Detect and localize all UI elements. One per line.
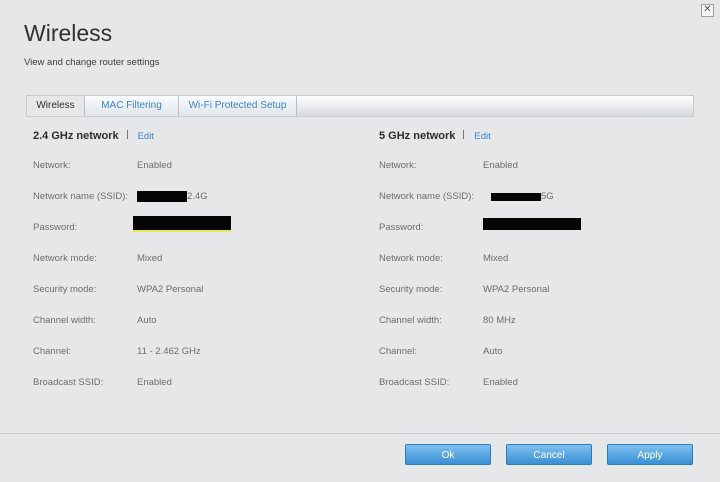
wireless-dialog: ✕ Wireless View and change router settin… xyxy=(0,0,720,482)
tab-bar: Wireless MAC Filtering Wi-Fi Protected S… xyxy=(26,95,694,116)
row-label: Network name (SSID): xyxy=(33,191,129,202)
password-redaction xyxy=(483,218,581,230)
network-24ghz-header: 2.4 GHz network Edit xyxy=(33,126,333,144)
row-label: Network mode: xyxy=(33,253,97,264)
row-value: 11 - 2.462 GHz xyxy=(137,346,201,357)
apply-button[interactable]: Apply xyxy=(607,444,693,465)
row-value: WPA2 Personal xyxy=(137,284,204,295)
ok-button[interactable]: Ok xyxy=(405,444,491,465)
row-value: 2.4G xyxy=(187,191,208,202)
ssid-redaction xyxy=(137,191,187,202)
row-value: 80 MHz xyxy=(483,315,516,326)
password-redaction xyxy=(133,216,231,230)
tab-mac-filtering[interactable]: MAC Filtering xyxy=(85,96,179,116)
network-24ghz-title: 2.4 GHz network xyxy=(33,130,119,142)
network-5ghz-title: 5 GHz network xyxy=(379,130,456,142)
row-label: Network: xyxy=(33,160,71,171)
row-label: Channel width: xyxy=(379,315,442,326)
row-value: Auto xyxy=(483,346,503,357)
close-icon[interactable]: ✕ xyxy=(701,4,714,17)
edit-24ghz-link[interactable]: Edit xyxy=(138,131,154,142)
panel-divider xyxy=(26,116,694,117)
row-value: Mixed xyxy=(483,253,509,264)
row-label: Channel: xyxy=(379,346,418,357)
network-24ghz-section: 2.4 GHz network Edit Network: Enabled Net… xyxy=(33,126,333,388)
row-label: Network mode: xyxy=(379,253,443,264)
network-5ghz-section: 5 GHz network Edit Network: Enabled Netwo… xyxy=(379,126,679,388)
separator xyxy=(463,130,465,140)
row-label: Security mode: xyxy=(33,284,97,295)
footer-divider xyxy=(0,433,720,434)
tab-wifi-protected-setup[interactable]: Wi-Fi Protected Setup xyxy=(179,96,297,116)
page-title: Wireless xyxy=(24,20,113,46)
row-label: Security mode: xyxy=(379,284,443,295)
row-value: Enabled xyxy=(483,377,518,388)
row-label: Broadcast SSID: xyxy=(379,377,450,388)
separator xyxy=(126,130,128,140)
row-label: Channel width: xyxy=(33,315,96,326)
page-subtitle: View and change router settings xyxy=(24,57,160,68)
tab-wireless[interactable]: Wireless xyxy=(27,96,85,116)
row-value: Auto xyxy=(137,315,157,326)
network-5ghz-header: 5 GHz network Edit xyxy=(379,126,679,144)
row-value: WPA2 Personal xyxy=(483,284,550,295)
cancel-button[interactable]: Cancel xyxy=(506,444,592,465)
row-value: Enabled xyxy=(483,160,518,171)
row-label: Network: xyxy=(379,160,417,171)
edit-5ghz-link[interactable]: Edit xyxy=(474,131,490,142)
row-value: Enabled xyxy=(137,377,172,388)
row-value: Enabled xyxy=(137,160,172,171)
row-value: Mixed xyxy=(137,253,163,264)
row-label: Broadcast SSID: xyxy=(33,377,104,388)
row-value: 5G xyxy=(541,191,554,202)
row-label: Password: xyxy=(379,222,424,233)
row-label: Network name (SSID): xyxy=(379,191,475,202)
row-label: Password: xyxy=(33,222,78,233)
ssid-redaction xyxy=(491,193,541,201)
row-label: Channel: xyxy=(33,346,72,357)
